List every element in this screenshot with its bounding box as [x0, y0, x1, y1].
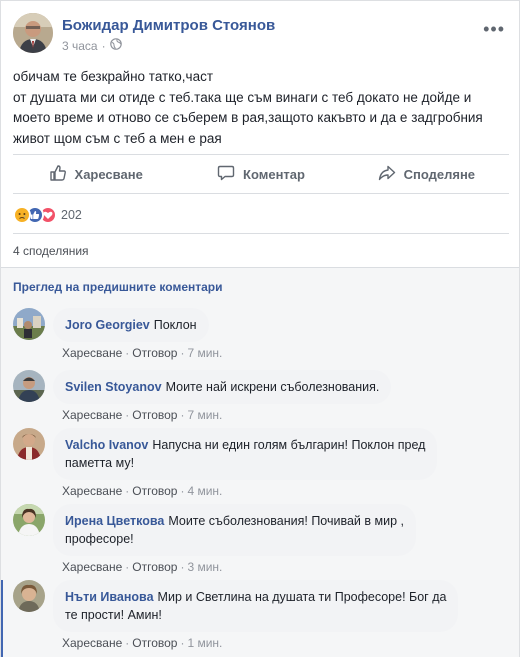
comment-actions: Харесване · Отговор · 1 мин. — [62, 636, 223, 650]
comment-bubble: Svilen Stoyanov Моите най искрени съболез… — [53, 370, 392, 404]
comment-text: Напусна ни един голям българин! Поклон п… — [152, 438, 426, 452]
commenter-name[interactable]: Joro Georgiev — [65, 318, 150, 332]
commenter-name[interactable]: Valcho Ivanov — [65, 438, 148, 452]
comment-time[interactable]: 7 мин. — [187, 408, 222, 422]
post-text-line: от душата ми си отиде с теб.така ще съм … — [13, 89, 472, 105]
comment-text: Моите съболезнования! Почивай в мир , — [168, 514, 404, 528]
facebook-post-card: Божидар Димитров Стоянов 3 часа · ••• об… — [0, 0, 520, 657]
shares-link[interactable]: 4 споделяния — [13, 244, 89, 258]
commenter-avatar[interactable] — [13, 504, 45, 536]
comment-like-link[interactable]: Харесване — [62, 636, 122, 650]
commenter-name[interactable]: Нъти Иванова — [65, 590, 154, 604]
post-text-line: моето време и отново се съберем в рая,за… — [13, 110, 483, 125]
comment-time[interactable]: 4 мин. — [187, 484, 222, 498]
new-comment-indicator — [1, 580, 3, 657]
comment-time[interactable]: 3 мин. — [187, 560, 222, 574]
comment-bubble: Нъти Иванова Мир и Светлина на душата ти … — [53, 580, 459, 632]
thumbs-up-icon — [49, 164, 67, 185]
comment-time[interactable]: 7 мин. — [187, 346, 222, 360]
share-arrow-icon — [378, 164, 396, 185]
share-button[interactable]: Споделяне — [344, 155, 509, 193]
post-time[interactable]: 3 часа — [62, 39, 98, 53]
commenter-avatar[interactable] — [13, 428, 45, 460]
sad-icon — [13, 206, 31, 224]
comment-text: те прости! Амин! — [65, 608, 162, 622]
post-options-icon[interactable]: ••• — [483, 19, 505, 40]
comments-section: Преглед на предишните коментари Joro Geo… — [1, 267, 519, 657]
comment-reply-link[interactable]: Отговор — [132, 408, 177, 422]
comment-actions: Харесване · Отговор · 3 мин. — [62, 560, 223, 574]
shares-count: 4 споделяния — [13, 233, 509, 267]
commenter-avatar[interactable] — [13, 308, 45, 340]
comment-text: Мир и Светлина на душата ти Професоре! Б… — [157, 590, 447, 604]
comment-reply-link[interactable]: Отговор — [132, 636, 177, 650]
comment-reply-link[interactable]: Отговор — [132, 484, 177, 498]
comment-text: професоре! — [65, 532, 134, 546]
comment-bubble: Ирена Цветкова Моите съболезнования! Почи… — [53, 504, 416, 556]
post-text: обичам те безкрайно татко,част от душата… — [13, 67, 509, 149]
comment-like-link[interactable]: Харесване — [62, 484, 122, 498]
post-text-line: живот щом съм с теб а мен е рая — [13, 130, 222, 146]
comment-text: паметта му! — [65, 456, 135, 470]
commenter-name[interactable]: Ирена Цветкова — [65, 514, 164, 528]
like-button-label: Харесване — [74, 166, 143, 182]
speech-bubble-icon — [217, 164, 235, 185]
reactions-summary[interactable]: 202 — [13, 204, 82, 226]
post-action-bar: Харесване Коментар Споделяне — [13, 154, 509, 194]
like-button[interactable]: Харесване — [13, 155, 178, 193]
reactions-count: 202 — [61, 208, 82, 222]
comment-bubble: Valcho Ivanov Напусна ни един голям бълга… — [53, 428, 438, 480]
comment-actions: Харесване · Отговор · 4 мин. — [62, 484, 223, 498]
commenter-avatar[interactable] — [13, 370, 45, 402]
comment-bubble: Joro Georgiev Поклон — [53, 308, 209, 342]
post-meta: 3 часа · — [62, 38, 122, 53]
comment-button[interactable]: Коментар — [178, 155, 343, 193]
comment-like-link[interactable]: Харесване — [62, 560, 122, 574]
comment-reply-link[interactable]: Отговор — [132, 346, 177, 360]
comment-text: Поклон — [153, 318, 197, 332]
comment-text: Моите най искрени съболезнования. — [165, 380, 380, 394]
comment-actions: Харесване · Отговор · 7 мин. — [62, 408, 223, 422]
share-button-label: Споделяне — [403, 166, 476, 182]
post-text-line: обичам те безкрайно татко,част — [13, 69, 214, 84]
globe-icon — [109, 38, 122, 53]
post-author-name[interactable]: Божидар Димитров Стоянов — [62, 17, 275, 34]
view-previous-comments-link[interactable]: Преглед на предишните коментари — [13, 280, 223, 294]
comment-actions: Харесване · Отговор · 7 мин. — [62, 346, 223, 360]
comment-like-link[interactable]: Харесване — [62, 408, 122, 422]
comment-reply-link[interactable]: Отговор — [132, 560, 177, 574]
commenter-name[interactable]: Svilen Stoyanov — [65, 380, 162, 394]
commenter-avatar[interactable] — [13, 580, 45, 612]
post-header: Божидар Димитров Стоянов 3 часа · ••• — [13, 13, 509, 55]
comment-button-label: Коментар — [243, 166, 305, 182]
author-avatar[interactable] — [13, 13, 53, 53]
comment-time[interactable]: 1 мин. — [187, 636, 222, 650]
comment-like-link[interactable]: Харесване — [62, 346, 122, 360]
